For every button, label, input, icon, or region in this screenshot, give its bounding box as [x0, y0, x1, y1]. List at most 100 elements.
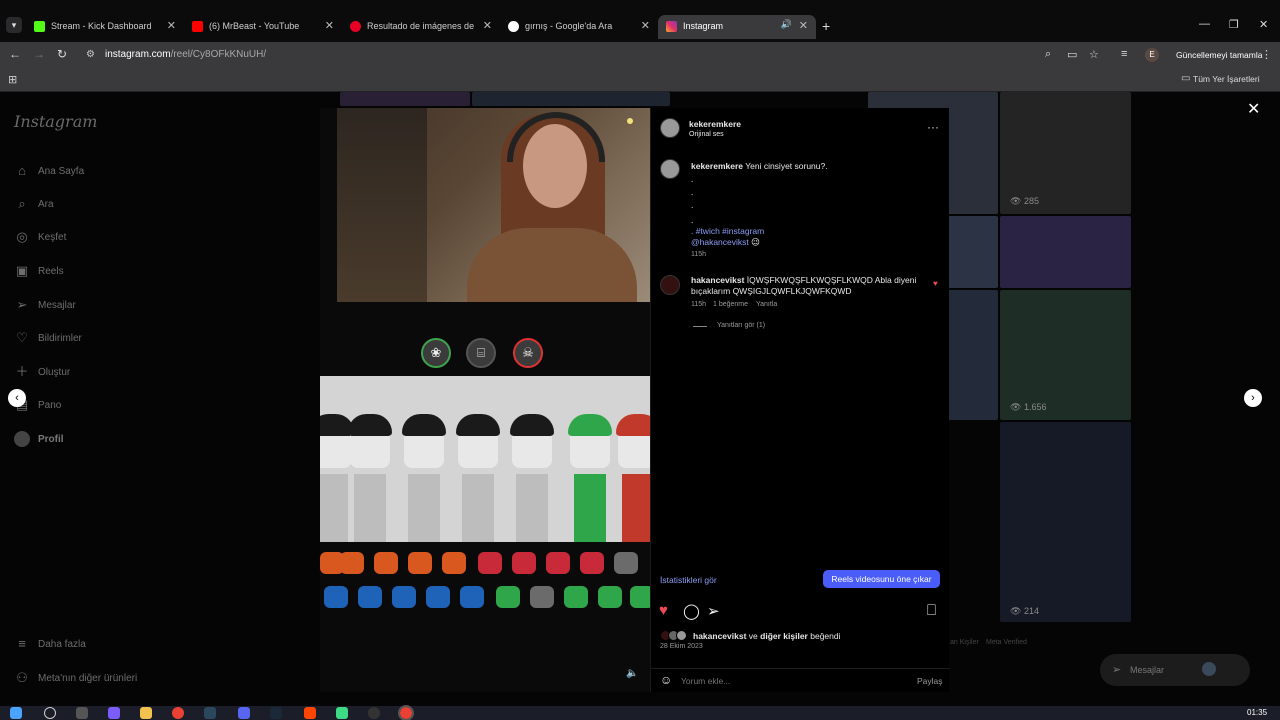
sound-icon[interactable] — [530, 586, 554, 608]
comment-like-icon[interactable]: ♥ — [933, 279, 938, 288]
sound-icon[interactable] — [512, 552, 536, 574]
apps-grid-icon[interactable]: ⊞ — [8, 73, 17, 86]
post-username[interactable]: kekeremkere — [689, 119, 741, 129]
caption-username[interactable]: kekeremkere — [691, 161, 743, 171]
sound-icon[interactable] — [564, 586, 588, 608]
reload-icon[interactable]: ↻ — [57, 47, 67, 61]
sidebar-item-explore[interactable]: ◎ Keşfet — [14, 229, 214, 249]
sound-icon[interactable] — [358, 586, 382, 608]
avatar[interactable] — [660, 118, 680, 138]
app-icon[interactable] — [304, 707, 316, 719]
sound-icon[interactable] — [478, 552, 502, 574]
profile-avatar[interactable]: E — [1145, 48, 1159, 62]
audio-label[interactable]: Orijinal ses — [689, 131, 724, 138]
sound-icon[interactable] — [460, 586, 484, 608]
next-arrow-icon[interactable]: › — [1244, 389, 1262, 407]
sidebar-item-create[interactable]: ＋ Oluştur — [14, 364, 214, 384]
comment-input[interactable] — [681, 673, 901, 689]
tab-pinterest[interactable]: Resultado de imágenes de Goo ✕ — [342, 15, 500, 39]
close-tab-icon[interactable]: ✕ — [167, 19, 176, 32]
sound-icon[interactable] — [614, 552, 638, 574]
sound-icon[interactable] — [340, 552, 364, 574]
reel-video[interactable]: ❀ ⌸ ☠ 🔈 — [320, 108, 654, 692]
comment-icon[interactable]: ◯ — [683, 602, 700, 620]
more-options-icon[interactable]: ··· — [927, 120, 939, 134]
search-icon[interactable] — [44, 707, 56, 719]
footer-link[interactable]: Meta Verified — [986, 639, 1027, 646]
view-replies-button[interactable]: Yanıtları gör (1) — [717, 322, 765, 329]
close-tab-icon[interactable]: ✕ — [325, 19, 334, 32]
previous-arrow-icon[interactable]: ‹ — [8, 389, 26, 407]
avatar[interactable] — [660, 159, 680, 179]
tab-instagram[interactable]: Instagram 🔊 ✕ — [658, 15, 816, 39]
new-tab-button[interactable]: + — [822, 18, 830, 34]
browser-menu-icon[interactable]: ⋮ — [1261, 48, 1272, 61]
comment-likes[interactable]: 1 beğenme — [713, 301, 748, 308]
discord-icon[interactable] — [238, 707, 250, 719]
messages-pill-button[interactable]: ➢ Mesajlar — [1100, 654, 1250, 686]
minimize-icon[interactable]: — — [1199, 18, 1210, 30]
tab-youtube[interactable]: (6) MrBeast - YouTube ✕ — [184, 15, 342, 39]
cast-icon[interactable]: ▭ — [1067, 48, 1077, 61]
steam-icon[interactable] — [204, 707, 216, 719]
liked-by-others-link[interactable]: diğer kişiler — [760, 631, 808, 641]
close-tab-icon[interactable]: ✕ — [799, 19, 808, 32]
sidebar-item-reels[interactable]: ▣ Reels — [14, 263, 214, 283]
sound-icon[interactable] — [442, 552, 466, 574]
sidebar-item-home[interactable]: ⌂ Ana Sayfa — [14, 163, 214, 183]
reply-button[interactable]: Yanıtla — [756, 301, 777, 308]
sound-icon[interactable] — [496, 586, 520, 608]
sidebar-item-search[interactable]: ⌕ Ara — [14, 196, 214, 216]
save-bookmark-icon[interactable]: ⎕ — [927, 602, 936, 619]
volume-icon[interactable]: 🔈 — [626, 668, 638, 679]
file-explorer-icon[interactable] — [140, 707, 152, 719]
sidebar-item-notifications[interactable]: ♡ Bildirimler — [14, 330, 214, 350]
windows-start-icon[interactable] — [10, 707, 22, 719]
media-controls-icon[interactable]: ≡ — [1121, 48, 1127, 60]
chrome-icon[interactable] — [172, 707, 184, 719]
caption-time[interactable]: 115h — [691, 251, 706, 258]
update-button[interactable]: Güncellemeyi tamamla — [1170, 47, 1268, 63]
mention-link[interactable]: @hakancevikst — [691, 237, 749, 247]
sound-icon[interactable] — [392, 586, 416, 608]
boost-reel-button[interactable]: Reels videosunu öne çıkar — [823, 570, 940, 588]
zoom-icon[interactable]: ⌕ — [1045, 48, 1051, 61]
speaker-icon[interactable]: 🔊 — [781, 19, 792, 30]
task-view-icon[interactable] — [76, 707, 88, 719]
tab-kick[interactable]: Stream - Kick Dashboard ✕ — [26, 15, 184, 39]
url-text[interactable]: instagram.com/reel/Cy8OFkKNuUH/ — [105, 49, 266, 60]
liked-by-username[interactable]: hakancevikst — [693, 631, 746, 641]
app-icon[interactable] — [336, 707, 348, 719]
sidebar-item-profile[interactable]: Profil — [14, 431, 214, 451]
window-close-icon[interactable]: ✕ — [1259, 18, 1268, 31]
steam-icon[interactable] — [270, 707, 282, 719]
chrome-icon[interactable] — [398, 705, 414, 720]
sound-icon[interactable] — [580, 552, 604, 574]
sound-icon[interactable] — [374, 552, 398, 574]
instagram-logo[interactable]: Instagram — [14, 112, 97, 131]
bookmark-star-icon[interactable]: ☆ — [1089, 48, 1099, 61]
comment-username[interactable]: hakancevikst — [691, 275, 744, 285]
widgets-icon[interactable] — [108, 707, 120, 719]
tab-search-button[interactable]: ▾ — [6, 17, 22, 33]
close-icon[interactable]: ✕ — [1247, 99, 1260, 119]
sound-icon[interactable] — [324, 586, 348, 608]
footer-link[interactable]: an Kişiler — [950, 639, 979, 646]
sound-icon[interactable] — [598, 586, 622, 608]
sound-icon[interactable] — [408, 552, 432, 574]
app-icon[interactable] — [368, 707, 380, 719]
tab-google[interactable]: gırnış - Google'da Ara ✕ — [500, 15, 658, 39]
back-icon[interactable]: ← — [9, 47, 21, 61]
view-insights-link[interactable]: İstatistikleri gör — [660, 575, 717, 585]
sidebar-item-dashboard[interactable]: ▤ Pano — [14, 397, 214, 417]
comment-time[interactable]: 115h — [691, 301, 706, 308]
share-icon[interactable]: ➢ — [707, 602, 720, 620]
site-info-icon[interactable]: ⚙ — [86, 49, 95, 60]
emoji-icon[interactable]: ☺ — [660, 673, 672, 687]
avatar[interactable] — [660, 275, 680, 295]
hashtags[interactable]: . #twich #instagram — [691, 226, 764, 236]
address-bar[interactable]: ⚙ instagram.com/reel/Cy8OFkKNuUH/ — [80, 44, 1160, 66]
sound-icon[interactable] — [426, 586, 450, 608]
post-date[interactable]: 28 Ekim 2023 — [660, 643, 703, 650]
restore-icon[interactable]: ❐ — [1229, 18, 1239, 31]
